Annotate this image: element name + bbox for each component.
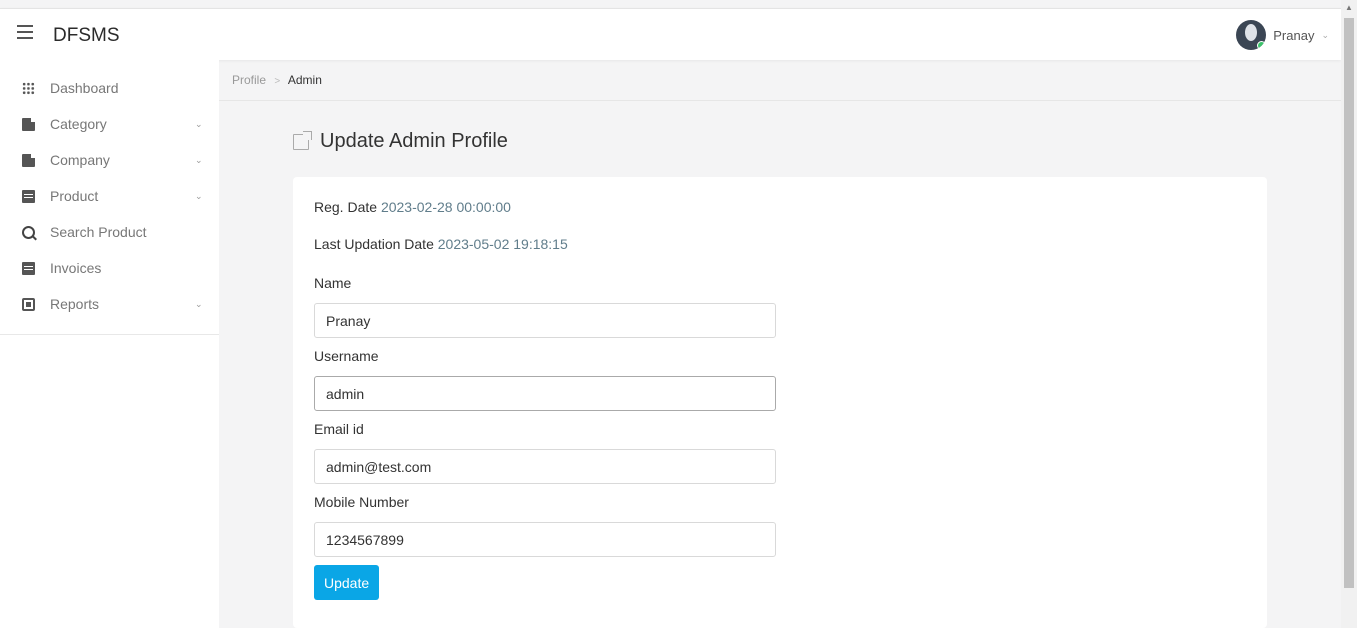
- scrollbar-thumb[interactable]: [1344, 18, 1354, 588]
- document-icon: [22, 153, 35, 167]
- list-icon: [22, 261, 35, 275]
- sidebar-item-product[interactable]: Product ⌄: [0, 178, 219, 214]
- breadcrumb-current: Admin: [287, 73, 322, 87]
- chevron-down-icon: ⌄: [195, 155, 203, 165]
- mobile-label: Mobile Number: [314, 494, 409, 510]
- chevron-down-icon: ⌄: [195, 119, 203, 129]
- mobile-input[interactable]: [314, 522, 776, 557]
- page-title-row: Update Admin Profile: [293, 130, 508, 153]
- sidebar-item-label: Search Product: [50, 224, 147, 240]
- avatar[interactable]: [1236, 20, 1267, 50]
- external-link-icon: [293, 130, 312, 150]
- last-update-label: Last Updation Date: [314, 236, 434, 252]
- reg-date-label: Reg. Date: [314, 199, 378, 215]
- sidebar-item-category[interactable]: Category ⌄: [0, 106, 219, 142]
- list-icon: [22, 189, 35, 203]
- scroll-up-arrow-icon[interactable]: ▲: [1345, 3, 1353, 12]
- report-icon: [22, 297, 35, 311]
- sidebar-item-label: Reports: [50, 296, 100, 312]
- update-button[interactable]: Update: [314, 565, 380, 600]
- name-input[interactable]: [314, 303, 776, 338]
- top-navbar: DFSMS Pranay ⌄: [0, 8, 1341, 60]
- sidebar-item-dashboard[interactable]: Dashboard: [0, 70, 219, 106]
- page-title: Update Admin Profile: [320, 130, 508, 152]
- name-label: Name: [314, 275, 352, 291]
- username-label: Username: [314, 348, 379, 364]
- sidebar-item-label: Dashboard: [50, 80, 119, 96]
- chevron-down-icon[interactable]: ⌄: [1321, 30, 1329, 41]
- breadcrumb-profile-link[interactable]: Profile: [232, 73, 266, 87]
- sidebar: Dashboard Category ⌄ Company ⌄ Product ⌄…: [0, 60, 219, 628]
- online-status-dot: [1257, 41, 1267, 50]
- reg-date-value: 2023-02-28 00:00:00: [380, 199, 511, 215]
- sidebar-nav: Dashboard Category ⌄ Company ⌄ Product ⌄…: [0, 60, 219, 335]
- sidebar-item-reports[interactable]: Reports ⌄: [0, 286, 219, 322]
- email-label: Email id: [314, 421, 364, 437]
- grid-icon: [22, 81, 35, 95]
- user-menu[interactable]: Pranay ⌄: [1236, 19, 1329, 51]
- page-scrollbar[interactable]: ▲: [1341, 0, 1357, 628]
- search-icon: [22, 225, 35, 239]
- last-update-value: 2023-05-02 19:18:15: [437, 236, 568, 252]
- app-brand[interactable]: DFSMS: [53, 25, 120, 47]
- sidebar-item-company[interactable]: Company ⌄: [0, 142, 219, 178]
- user-name[interactable]: Pranay: [1273, 28, 1314, 43]
- chevron-down-icon: ⌄: [195, 191, 203, 201]
- last-update-row: Last Updation Date 2023-05-02 19:18:15: [314, 236, 1246, 273]
- hamburger-menu-icon[interactable]: [17, 25, 33, 39]
- sidebar-item-invoices[interactable]: Invoices: [0, 250, 219, 286]
- sidebar-item-label: Invoices: [50, 260, 102, 276]
- chevron-down-icon: ⌄: [195, 299, 203, 309]
- breadcrumb: Profile > Admin: [219, 60, 1341, 101]
- reg-date-row: Reg. Date 2023-02-28 00:00:00: [314, 199, 1246, 236]
- username-input[interactable]: [314, 376, 776, 411]
- sidebar-item-label: Category: [50, 116, 107, 132]
- sidebar-item-label: Product: [50, 188, 99, 204]
- document-icon: [22, 117, 35, 131]
- sidebar-item-label: Company: [50, 152, 110, 168]
- email-input[interactable]: [314, 449, 776, 484]
- profile-form-card: Reg. Date 2023-02-28 00:00:00 Last Updat…: [293, 177, 1267, 628]
- breadcrumb-separator: >: [274, 76, 281, 87]
- sidebar-item-search-product[interactable]: Search Product: [0, 214, 219, 250]
